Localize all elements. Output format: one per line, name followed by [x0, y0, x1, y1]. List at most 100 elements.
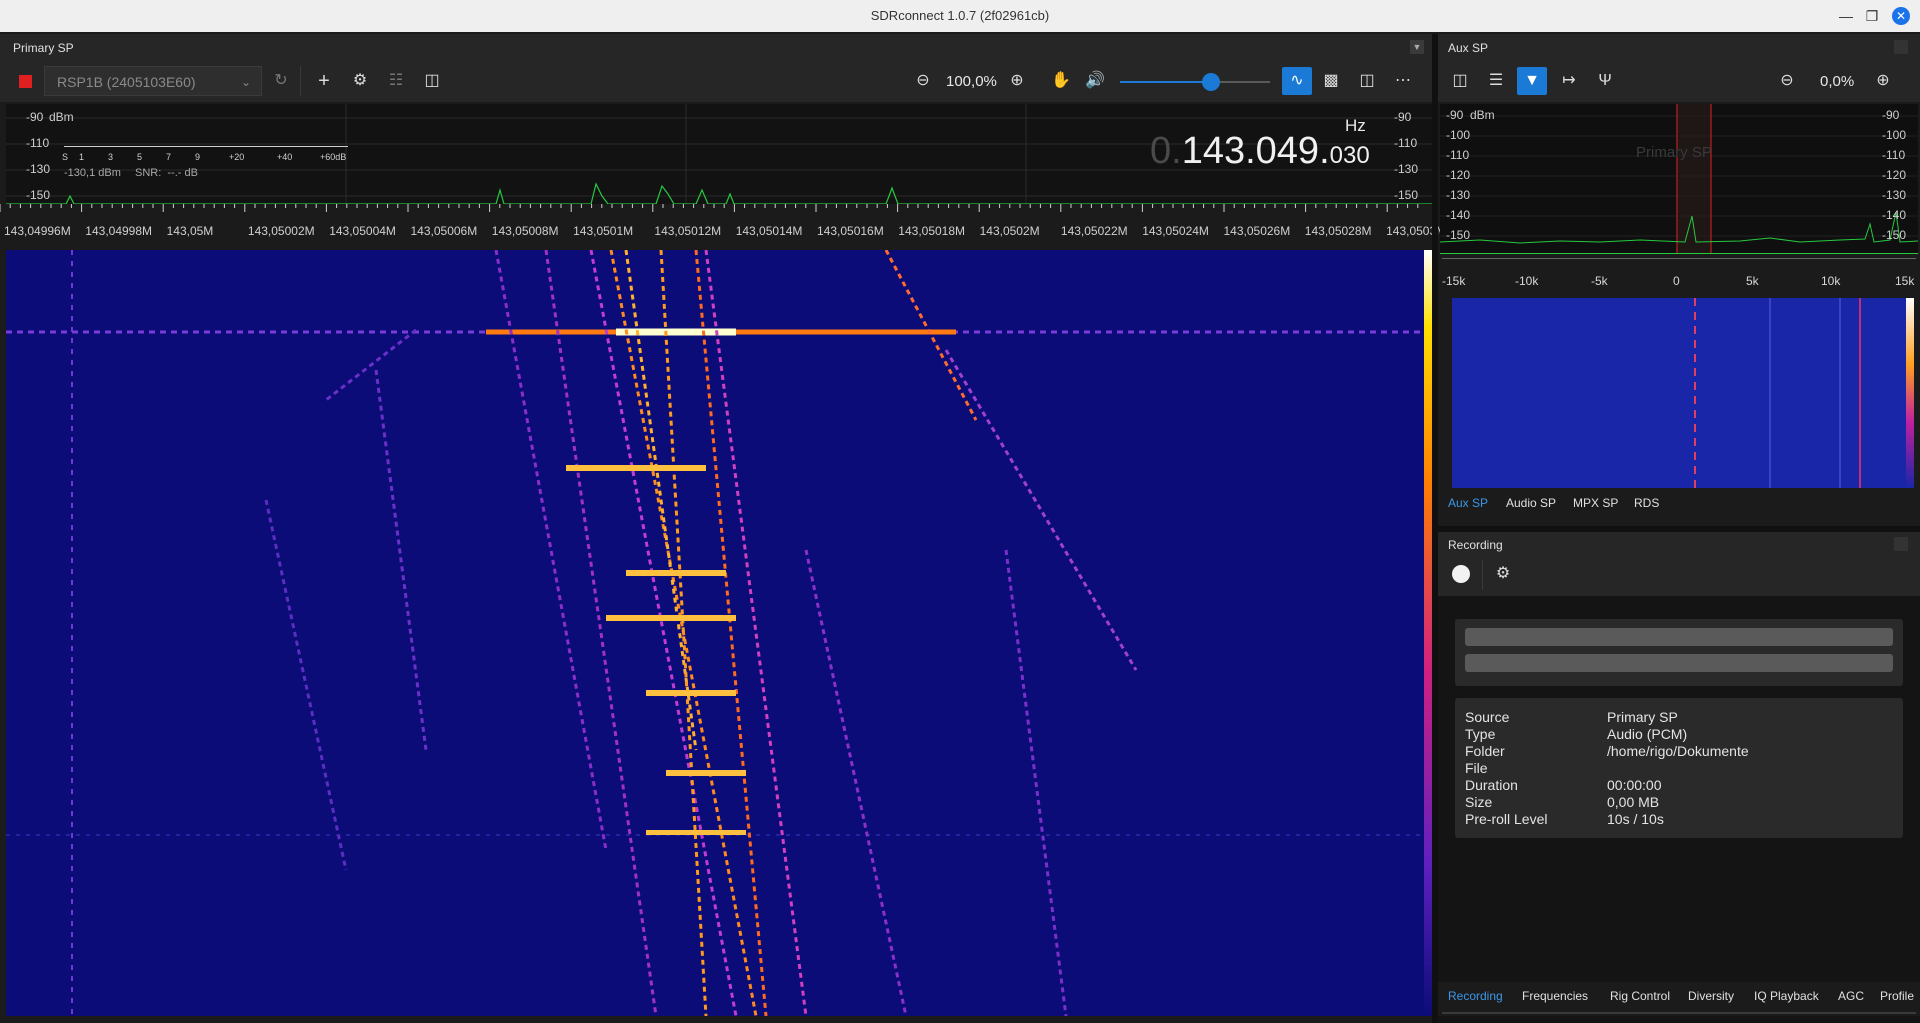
- snr-readout: SNR: --.- dB: [135, 167, 198, 179]
- tab-aux-sp[interactable]: Aux SP: [1448, 496, 1488, 510]
- s-meter-tick: 9: [195, 152, 201, 162]
- aux-scale-left: -140: [1446, 208, 1471, 222]
- scale-right-label: -150: [1394, 188, 1419, 202]
- tab-recording[interactable]: Recording: [1448, 989, 1503, 1003]
- more-icon[interactable]: ⋯: [1390, 68, 1416, 94]
- add-icon[interactable]: +: [311, 68, 337, 94]
- bar-chart-icon[interactable]: ▩: [1318, 68, 1344, 94]
- tab-iq-playback[interactable]: IQ Playback: [1754, 989, 1819, 1003]
- aux-freq-label: -5k: [1591, 274, 1608, 288]
- stop-icon[interactable]: [19, 75, 32, 88]
- aux-waterfall[interactable]: [1452, 298, 1906, 488]
- width-icon[interactable]: ↦: [1556, 68, 1582, 94]
- pan-hand-icon[interactable]: ✋: [1048, 68, 1074, 94]
- maximize-icon[interactable]: ❐: [1862, 6, 1882, 26]
- freq-axis-label: 143,04998M: [85, 224, 153, 238]
- info-row-preroll: Pre-roll Level 10s / 10s: [1465, 811, 1664, 827]
- freq-axis-label: 143,05012M: [654, 224, 722, 238]
- aux-spectrum-svg: [1440, 104, 1918, 254]
- split-view-icon[interactable]: ◫: [1354, 68, 1380, 94]
- primary-waterfall[interactable]: [6, 250, 1424, 1016]
- aux-scale-left: -150: [1446, 228, 1471, 242]
- refresh-icon[interactable]: ↻: [268, 68, 294, 94]
- info-row-source: Source Primary SP: [1465, 709, 1678, 725]
- volume-icon[interactable]: 🔊: [1082, 68, 1108, 94]
- aux-color-scale: [1906, 298, 1914, 488]
- scale-right-label: -130: [1394, 162, 1419, 176]
- volume-slider-handle[interactable]: [1202, 73, 1220, 91]
- zoom-level: 100,0%: [946, 73, 997, 90]
- aux-scale-unit: dBm: [1470, 108, 1495, 122]
- s-meter-tick: 1: [79, 152, 85, 162]
- progress-bar: [1465, 654, 1893, 672]
- aux-scale-right: -130: [1882, 188, 1907, 202]
- window-title: SDRconnect 1.0.7 (2f02961cb): [870, 8, 1050, 23]
- zoom-in-icon[interactable]: ⊕: [1004, 68, 1030, 94]
- aux-panel-title: Aux SP: [1448, 41, 1489, 55]
- aux-scale-left: -130: [1446, 188, 1471, 202]
- frequency-fine: 030: [1329, 142, 1370, 169]
- s-meter-scale: [64, 146, 348, 147]
- title-bar: SDRconnect 1.0.7 (2f02961cb) — ❐ ✕: [0, 0, 1920, 32]
- tab-diversity[interactable]: Diversity: [1688, 989, 1734, 1003]
- aux-axis-line: [1442, 258, 1916, 259]
- aux-scale-right: -120: [1882, 168, 1907, 182]
- color-scale-bar: [1424, 250, 1432, 1016]
- tab-profile[interactable]: Profile: [1880, 989, 1914, 1003]
- freq-axis-label: 143,05022M: [1060, 224, 1128, 238]
- network-icon[interactable]: ☷: [383, 68, 409, 94]
- info-row-file: File: [1465, 760, 1488, 776]
- tabs-scrollbar[interactable]: [1442, 1012, 1916, 1014]
- primary-panel-header: Primary SP ▼: [0, 34, 1432, 62]
- scale-right-label: -110: [1394, 136, 1418, 150]
- panel-menu-icon[interactable]: [1894, 40, 1908, 54]
- info-row-duration: Duration 00:00:00: [1465, 777, 1662, 793]
- device-select[interactable]: RSP1B (2405103E60) ⌄: [44, 66, 262, 96]
- minimize-icon[interactable]: —: [1836, 6, 1856, 26]
- waveform-icon[interactable]: ∿: [1282, 67, 1312, 95]
- chevron-down-icon: ⌄: [240, 75, 251, 89]
- antenna-icon[interactable]: Ψ: [1592, 68, 1618, 94]
- scale-left-label: -110: [26, 136, 50, 150]
- tab-frequencies[interactable]: Frequencies: [1522, 989, 1588, 1003]
- freq-axis-label: 143,05006M: [410, 224, 478, 238]
- zoom-out-icon[interactable]: ⊖: [910, 68, 936, 94]
- volume-slider[interactable]: [1120, 73, 1270, 91]
- tab-rds[interactable]: RDS: [1634, 496, 1659, 510]
- record-button[interactable]: [1452, 565, 1470, 583]
- close-icon[interactable]: ✕: [1892, 7, 1910, 25]
- tab-agc[interactable]: AGC: [1838, 989, 1864, 1003]
- aux-scale-left: -110: [1446, 148, 1470, 162]
- scale-right-label: -90: [1394, 110, 1412, 124]
- settings-icon[interactable]: ⚙: [1490, 561, 1516, 587]
- display-icon[interactable]: ◫: [419, 68, 445, 94]
- panel-menu-icon[interactable]: ▼: [1410, 40, 1424, 54]
- aux-scale-left: -90: [1446, 108, 1464, 122]
- sliders-icon[interactable]: ☰: [1483, 68, 1509, 94]
- scale-unit: dBm: [49, 110, 74, 124]
- aux-zoom-level: 0,0%: [1820, 73, 1855, 90]
- toolbar-divider: [1482, 560, 1483, 590]
- aux-panel-header: Aux SP: [1438, 34, 1920, 62]
- scale-left-label: -130: [26, 162, 51, 176]
- tab-audio-sp[interactable]: Audio SP: [1506, 496, 1556, 510]
- aux-freq-label: 15k: [1895, 274, 1915, 288]
- zoom-in-icon[interactable]: ⊕: [1870, 68, 1896, 94]
- zoom-out-icon[interactable]: ⊖: [1774, 68, 1800, 94]
- aux-waterfall-svg: [1694, 298, 1861, 488]
- primary-panel-title: Primary SP: [13, 41, 74, 55]
- tab-rig-control[interactable]: Rig Control: [1610, 989, 1670, 1003]
- frequency-display[interactable]: 0.143.049.030: [1150, 130, 1370, 173]
- display-icon[interactable]: ◫: [1447, 68, 1473, 94]
- settings-icon[interactable]: ⚙: [347, 68, 373, 94]
- panel-menu-icon[interactable]: [1894, 537, 1908, 551]
- aux-spectrum[interactable]: dBm -90 -100 -110 -120 -130 -140 -150 -9…: [1440, 104, 1918, 254]
- freq-axis-label: 143,05016M: [817, 224, 884, 238]
- aux-scale-right: -150: [1882, 228, 1907, 242]
- aux-scale-right: -140: [1882, 208, 1907, 222]
- freq-axis-label: 143,05018M: [898, 224, 966, 238]
- scale-left-label: -150: [26, 188, 51, 202]
- tab-mpx-sp[interactable]: MPX SP: [1573, 496, 1618, 510]
- filter-icon[interactable]: ▼: [1517, 67, 1547, 95]
- recording-progress-panel: [1455, 619, 1903, 686]
